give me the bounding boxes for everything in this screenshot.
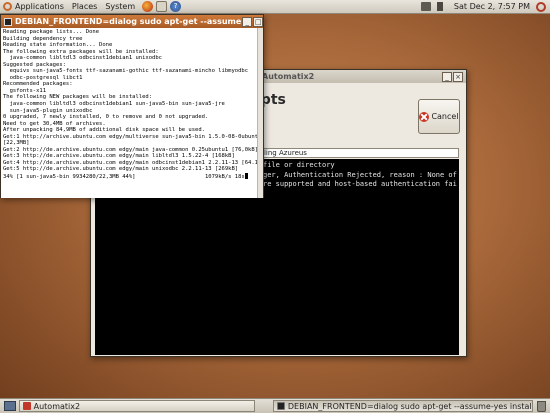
output-line: file or directory (263, 161, 335, 169)
volume-icon[interactable] (436, 2, 447, 11)
top-panel: Applications Places System ? Sat Dec 2, … (0, 0, 550, 14)
close-button[interactable]: × (453, 71, 463, 82)
applications-menu[interactable]: Applications (0, 0, 68, 14)
minimize-button[interactable]: _ (442, 71, 452, 82)
firefox-launcher-icon[interactable] (142, 1, 154, 12)
mail-launcher-icon[interactable] (156, 1, 168, 12)
system-menu[interactable]: System (101, 0, 139, 14)
clock[interactable]: Sat Dec 2, 7:57 PM (450, 2, 534, 11)
ubuntu-logo-icon (3, 2, 12, 11)
automatix-task-icon (22, 402, 31, 410)
applications-menu-label: Applications (15, 2, 64, 11)
bottom-panel: Automatix2 DEBIAN_FRONTEND=dialog sudo a… (0, 398, 550, 413)
automatix-window-title: Automatix2 (262, 72, 315, 81)
terminal-window: DEBIAN_FRONTEND=dialog sudo apt-get --as… (0, 14, 264, 198)
task-terminal[interactable]: DEBIAN_FRONTEND=dialog sudo apt-get --as… (272, 400, 534, 412)
terminal-window-title: DEBIAN_FRONTEND=dialog sudo apt-get --as… (15, 17, 242, 26)
system-tray: Sat Dec 2, 7:57 PM (418, 0, 550, 14)
terminal-line: Get:1 http://archive.ubuntu.com edgy/mul… (3, 133, 263, 140)
help-launcher-icon[interactable]: ? (170, 1, 182, 12)
terminal-cursor (244, 173, 248, 180)
task-label: DEBIAN_FRONTEND=dialog sudo apt-get --as… (287, 401, 534, 411)
places-menu[interactable]: Places (68, 0, 101, 14)
output-line: ger, Authentication Rejected, reason : N… (263, 170, 457, 179)
terminal-line: Get:3 http://de.archive.ubuntu.com edgy/… (3, 153, 235, 160)
output-line: re supported and host-based authenticati… (263, 180, 457, 188)
terminal-titlebar[interactable]: DEBIAN_FRONTEND=dialog sudo apt-get --as… (1, 15, 263, 28)
cancel-button[interactable]: Cancel (418, 99, 460, 134)
terminal-scrollbar[interactable] (257, 28, 263, 198)
task-label: Automatix2 (33, 401, 81, 411)
network-icon[interactable] (420, 2, 431, 11)
trash-icon[interactable] (537, 400, 546, 412)
terminal-icon (4, 17, 12, 26)
terminal-line: equivs sun-java5-fonts ttf-sazanami-goth… (3, 68, 249, 75)
terminal-line: 34% [1 sun-java5-bin 9934280/22,3MB 44%]… (3, 174, 245, 181)
terminal-progress-line: 34% [1 sun-java5-bin 9934280/22,3MB 44%]… (3, 173, 261, 181)
maximize-button[interactable]: □ (253, 16, 263, 27)
terminal-line: java-common libltdl3 odbcinst1debian1 su… (3, 101, 225, 108)
status-field: lling Azureus (259, 148, 459, 158)
terminal-task-icon (276, 402, 285, 410)
cancel-icon (419, 111, 430, 122)
show-desktop-icon[interactable] (4, 401, 16, 411)
cancel-label: Cancel (431, 112, 459, 121)
minimize-button[interactable]: _ (242, 16, 253, 27)
terminal-output[interactable]: Reading package lists... Done Building de… (1, 28, 263, 198)
task-automatix[interactable]: Automatix2 (18, 400, 255, 412)
power-icon[interactable] (536, 1, 546, 12)
